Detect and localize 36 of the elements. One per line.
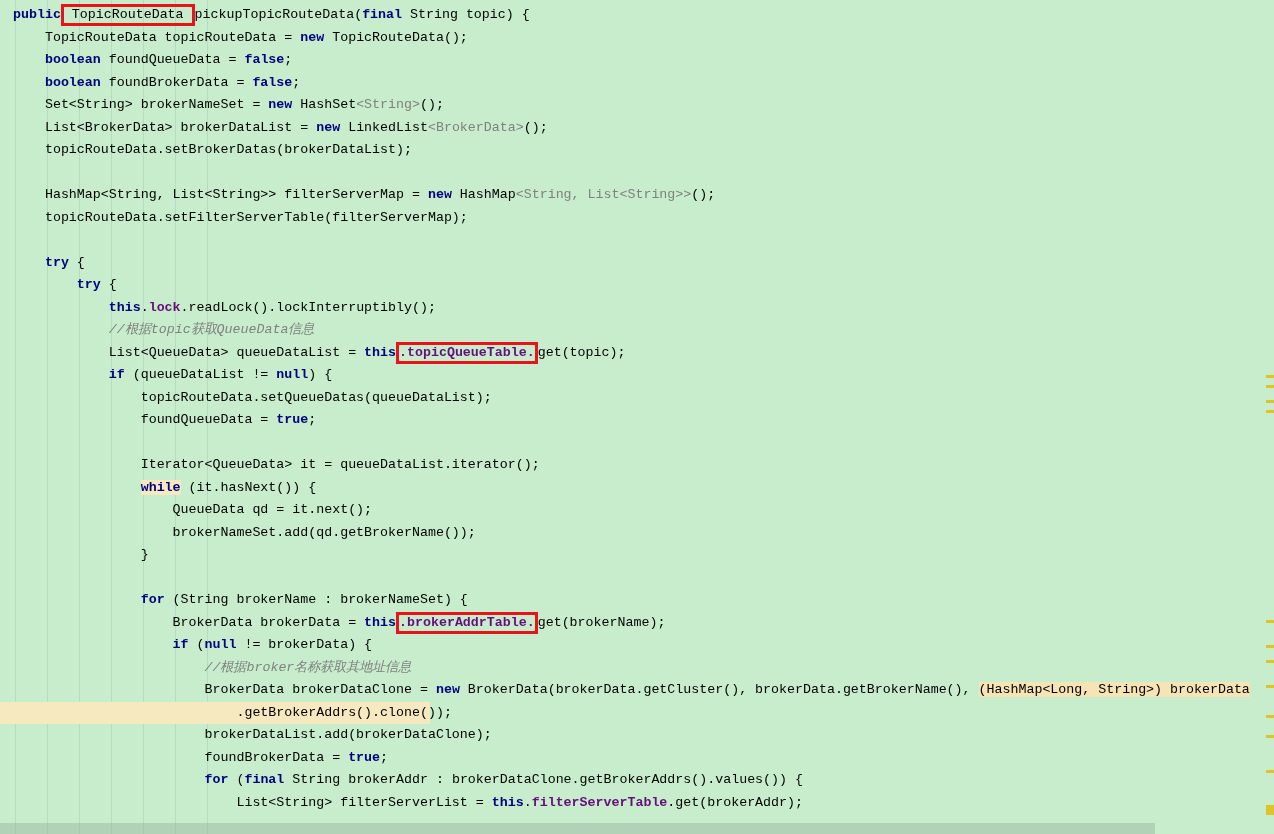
code-line: if (null != brokerData) { <box>171 636 373 655</box>
code-line: topicRouteData.setFilterServerTable(filterServerMap); <box>43 208 468 227</box>
code-line: topicRouteData.setBrokerDatas(brokerDataList); <box>43 141 412 160</box>
code-line: foundQueueData = true; <box>139 411 317 430</box>
highlight-box: TopicRouteData <box>60 4 195 27</box>
code-line: if (queueDataList != null) { <box>107 366 333 385</box>
code-line: topicRouteData.setQueueDatas(queueDataList); <box>139 388 492 407</box>
code-line: QueueData qd = it.next(); <box>171 501 373 520</box>
horizontal-scrollbar[interactable] <box>0 823 1155 834</box>
highlight-box: .brokerAddrTable. <box>396 611 538 634</box>
code-line: HashMap<String, List<String>> filterServerMap = new HashMap<String, List<String>>(); <box>43 186 716 205</box>
code-line: Set<String> brokerNameSet = new HashSet<String>(); <box>43 96 444 115</box>
code-line: Iterator<QueueData> it = queueDataList.iterator(); <box>139 456 540 475</box>
code-line: for (String brokerName : brokerNameSet) { <box>139 591 468 610</box>
code-line: List<QueueData> queueDataList = this .topicQueueTable. get(topic); <box>13 341 626 364</box>
code-line: BrokerData brokerData = this .brokerAddrTable. get(brokerName); <box>13 611 666 634</box>
code-line: while (it.hasNext()) { <box>139 478 317 497</box>
code-line: try { <box>75 276 117 295</box>
code-line: brokerDataList.add(brokerDataClone); <box>203 726 492 745</box>
code-line: } <box>139 546 149 565</box>
code-line: boolean foundQueueData = false; <box>43 51 293 70</box>
code-line: boolean foundBrokerData = false; <box>43 73 301 92</box>
code-line: this.lock.readLock().lockInterruptibly(); <box>107 298 436 317</box>
code-line: BrokerData brokerDataClone = new BrokerData(brokerData.getCluster(), brokerData.getBrokerName(), (HashMap<Long, String>) brokerData <box>203 681 1250 700</box>
code-line: public TopicRouteData pickupTopicRouteData(final String topic) { <box>13 4 530 27</box>
code-line: //根据topic获取QueueData信息 <box>107 321 315 340</box>
code-line: List<String> filterServerList = this.filterServerTable.get(brokerAddr); <box>235 793 803 812</box>
code-line: try { <box>43 253 85 272</box>
highlight-box: .topicQueueTable. <box>396 341 538 364</box>
code-line: for (final String brokerAddr : brokerDataClone.getBrokerAddrs().values()) { <box>203 771 803 790</box>
code-line: brokerNameSet.add(qd.getBrokerName()); <box>171 523 476 542</box>
code-line: TopicRouteData topicRouteData = new TopicRouteData(); <box>43 28 468 47</box>
code-line: foundBrokerData = true; <box>203 748 389 767</box>
code-line: //根据broker名称获取其地址信息 <box>203 658 412 677</box>
code-line: List<BrokerData> brokerDataList = new LinkedList<BrokerData>(); <box>43 118 548 137</box>
code-line: .getBrokerAddrs().clone()); <box>235 703 452 722</box>
